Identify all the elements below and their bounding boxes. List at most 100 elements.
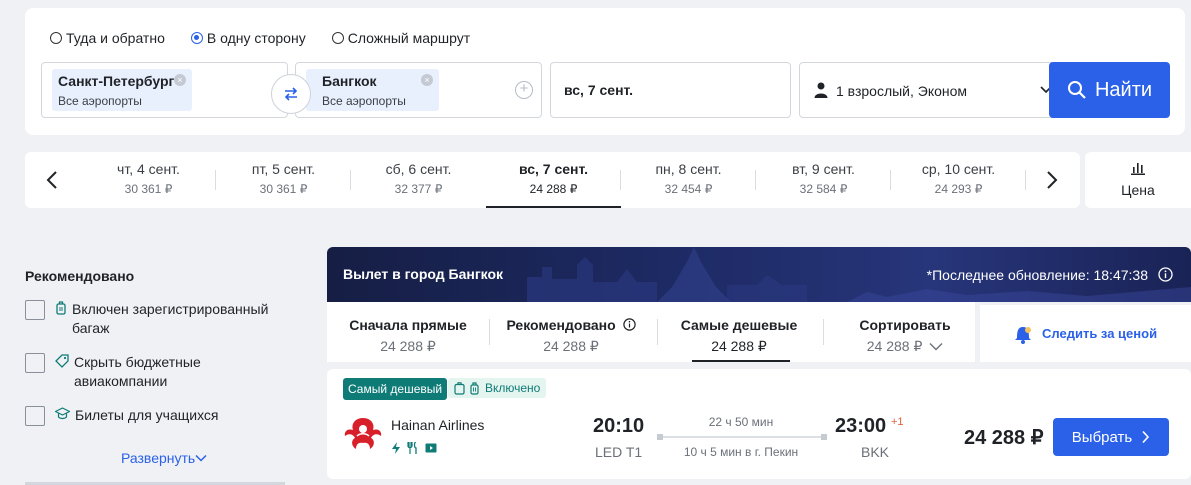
sort-dropdown[interactable]: Сортировать 24 288 ₽ [824,302,986,362]
hainan-airlines-logo [344,418,382,449]
date-cell-price: 24 288 ₽ [529,182,578,196]
banner-title: Вылет в город Бангкок [343,266,504,282]
destination-airports: Все аэропорты [322,94,406,108]
baggage-badge: Включено [448,378,547,398]
checkbox[interactable] [25,353,45,373]
trip-type-roundtrip[interactable]: Туда и обратно [50,30,165,46]
filter-students[interactable]: Билеты для учащихся [25,406,285,426]
search-icon [1067,81,1086,99]
person-icon [814,82,828,98]
next-day-marker: +1 [891,416,904,428]
date-cell-date: вс, 7 сент. [518,161,589,177]
bar-chart-icon [1131,163,1145,175]
meal-icon [407,442,417,454]
date-cell-date: пт, 5 сент. [251,161,316,177]
radio-roundtrip[interactable] [50,32,62,44]
prev-dates-button[interactable] [40,168,64,192]
add-destination-icon[interactable]: + [515,81,533,99]
origin-airports: Все аэропорты [58,94,142,108]
date-cell-price: 30 361 ₽ [259,182,308,196]
info-icon[interactable] [1158,267,1173,282]
sort-tab-direct[interactable]: Сначала прямые 24 288 ₽ [327,302,489,362]
filter-label: Скрыть бюджетные авиакомпании [74,354,201,389]
trip-type-label: Туда и обратно [66,30,165,46]
graduation-cap-icon [55,407,70,420]
arrival-time: 23:00 [835,415,887,437]
expand-label: Развернуть [121,450,196,466]
date-cell-date: ср, 10 сент. [921,161,996,177]
swap-icon [284,87,298,101]
tag-icon [55,354,69,368]
radio-oneway[interactable] [190,32,203,44]
divider [1025,170,1026,190]
luggage-icon [470,381,479,395]
filter-baggage[interactable]: Включен зарегистрированный багаж [25,300,282,338]
date-cell-price: 24 293 ₽ [934,182,983,196]
destination-city: Бангкок [322,73,377,89]
bell-icon [1015,326,1031,344]
carry-on-icon [454,381,465,395]
filters-panel: Рекомендовано Включен зарегистрированный… [25,268,285,466]
search-card: Туда и обратно В одну сторону Сложный ма… [25,8,1185,135]
trip-type-label: В одну сторону [206,30,306,46]
results-banner: Вылет в город Бангкок *Последнее обновле… [327,247,1191,302]
passengers-field[interactable]: 1 взрослый, Эконом [799,62,1066,118]
next-dates-button[interactable] [1040,168,1064,192]
sort-tab-recommended[interactable]: Рекомендовано 24 288 ₽ [490,302,652,362]
date-cell[interactable]: вт, 9 сент. 32 584 ₽ [756,152,891,208]
chevron-down-icon [929,343,943,351]
origin-city: Санкт-Петербург [58,73,175,89]
ticket-price: 24 288 ₽ [964,427,1044,449]
date-cell-date: чт, 4 сент. [117,161,180,177]
checkbox[interactable] [25,406,45,426]
destination-field[interactable]: Бангкок Все аэропорты × + [295,62,542,118]
destination-clear-icon[interactable]: × [421,74,433,86]
filter-budget[interactable]: Скрыть бюджетные авиакомпании [25,353,284,391]
stopover-info: 10 ч 5 мин в г. Пекин [683,445,799,459]
date-cell[interactable]: пн, 8 сент. 32 454 ₽ [621,152,756,208]
sort-tab-title: Сортировать [859,317,951,333]
route-line [657,434,827,440]
expand-filters-link[interactable]: Развернуть [121,450,207,466]
track-price-button[interactable]: Следить за ценой [980,305,1191,362]
radio-multicity[interactable] [331,32,344,44]
sort-tab-price: 24 288 ₽ [380,338,436,354]
date-cell-price: 32 584 ₽ [799,182,848,196]
sort-tab-title-text: Рекомендовано [506,317,616,333]
origin-clear-icon[interactable]: × [174,74,186,86]
date-cell-price: 32 454 ₽ [664,182,713,196]
arrival-airport: BKK [861,444,890,460]
trip-type-multicity[interactable]: Сложный маршрут [331,30,470,46]
sort-tab-price-text: 24 288 ₽ [866,338,923,354]
swap-button[interactable] [271,74,311,114]
date-cell-price: 30 361 ₽ [124,182,173,196]
power-icon [392,442,400,454]
date-cell-active[interactable]: вс, 7 сент. 24 288 ₽ [486,152,621,208]
price-chart-button[interactable]: Цена [1085,152,1191,208]
price-chart-label: Цена [1121,182,1155,198]
sort-tab-price: 24 288 ₽ [543,338,599,354]
chevron-right-icon [1047,171,1058,189]
origin-field[interactable]: Санкт-Петербург Все аэропорты × [41,62,288,118]
date-value: вс, 7 сент. [564,82,634,98]
date-field[interactable]: вс, 7 сент. [550,62,791,118]
ticket-card[interactable]: Самый дешевый Включено Hainan Airlines 2… [327,369,1191,479]
date-cell[interactable]: сб, 6 сент. 32 377 ₽ [351,152,486,208]
trip-type-oneway[interactable]: В одну сторону [190,30,306,46]
info-icon[interactable] [622,318,636,331]
trip-type-group: Туда и обратно В одну сторону Сложный ма… [50,30,496,46]
sort-tab-cheapest[interactable]: Самые дешевые 24 288 ₽ [658,302,820,362]
entertainment-icon [425,443,437,453]
sort-tab-price: 24 288 ₽ [824,338,986,355]
passengers-value: 1 взрослый, Эконом [836,83,968,99]
date-cell-date: пн, 8 сент. [655,161,722,177]
airline-name: Hainan Airlines [391,417,485,433]
date-cell[interactable]: пт, 5 сент. 30 361 ₽ [216,152,351,208]
date-cell[interactable]: чт, 4 сент. 30 361 ₽ [81,152,216,208]
select-button[interactable]: Выбрать [1053,418,1169,456]
date-cell[interactable]: ср, 10 сент. 24 293 ₽ [891,152,1026,208]
select-label: Выбрать [1071,428,1133,446]
find-button[interactable]: Найти [1049,62,1170,118]
flight-duration: 22 ч 50 мин [708,415,774,429]
checkbox[interactable] [25,300,45,320]
